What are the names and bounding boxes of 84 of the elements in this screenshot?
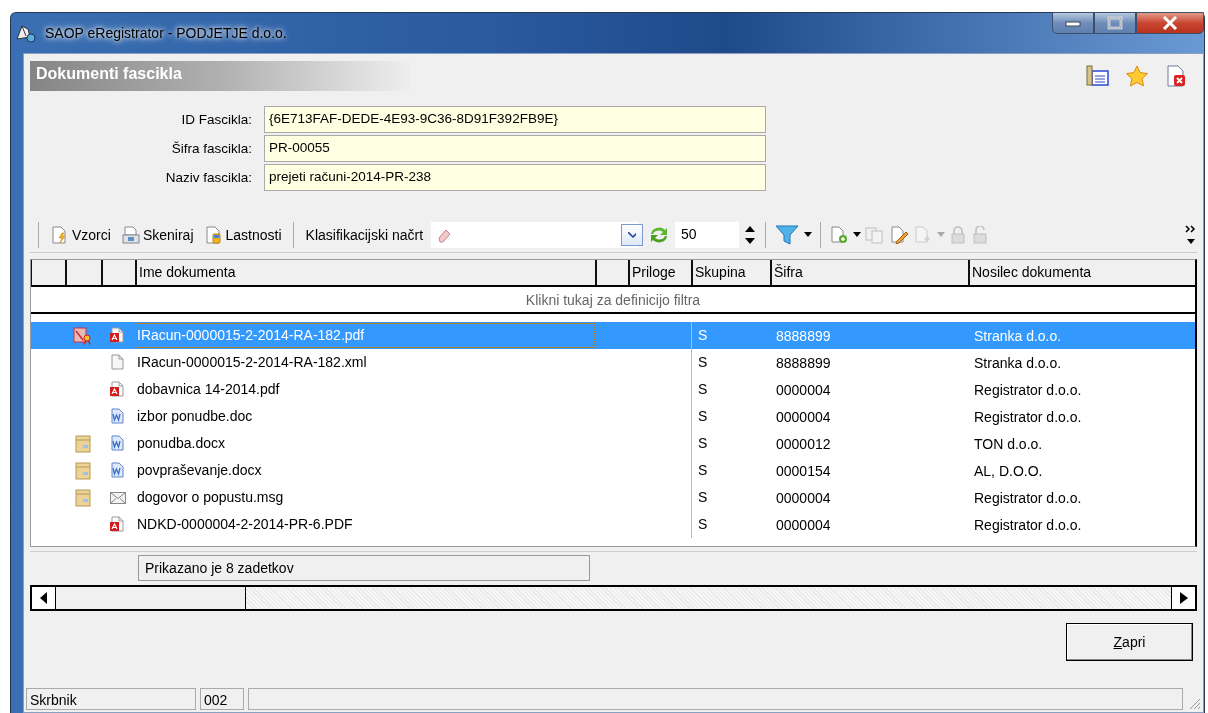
word-document-icon (109, 461, 127, 480)
pdf-document-icon (109, 380, 127, 399)
word-document-icon (109, 407, 127, 426)
scroll-right-icon[interactable] (1179, 592, 1188, 604)
result-count: Prikazano je 8 zadetkov (138, 554, 590, 581)
filter-hint[interactable]: Klikni tukaj za definicijo filtra (31, 287, 1195, 314)
minimize-icon (1065, 19, 1081, 27)
caret-icon (628, 231, 637, 238)
close-dialog-button[interactable]: Zapri (1066, 623, 1193, 661)
table-cell-text: Registrator d.o.o. (973, 516, 1083, 533)
minimize-button[interactable] (1052, 12, 1094, 34)
pdf-document-icon (109, 326, 127, 345)
classification-label: Klasifikacijski načrt (304, 226, 425, 243)
caret-icon[interactable] (804, 232, 813, 237)
toolbar-button[interactable]: Vzorci (47, 222, 114, 247)
close-document-icon[interactable] (1165, 65, 1187, 87)
document-name: NDKD-0000004-2-2014-PR-6.PDF (136, 515, 354, 534)
document-name: izbor ponudbe.doc (136, 407, 254, 426)
close-button[interactable] (1136, 12, 1204, 34)
text-field[interactable]: prejeti računi-2014-PR-238 (264, 164, 766, 191)
table-cell-text: 8888899 (775, 354, 832, 371)
table-cell: S (691, 457, 770, 484)
document-tag-icon (203, 224, 224, 245)
table-cell-text: TON d.o.o. (973, 435, 1044, 452)
table-cell-text: Registrator d.o.o. (973, 381, 1083, 398)
maximize-button[interactable] (1094, 12, 1136, 34)
toolbar-button[interactable]: Lastnosti (200, 222, 285, 247)
document-name: IRacun-0000015-2-2014-RA-182.xml (136, 353, 368, 372)
app-icon (15, 23, 37, 43)
text-field[interactable]: {6E713FAF-DEDE-4E93-9C36-8D91F392FB9E} (264, 106, 766, 133)
table-cell: S (691, 430, 770, 457)
status-text: 002 (200, 688, 244, 710)
document-name: ponudba.docx (136, 434, 226, 453)
table-cell-text: 0000004 (775, 408, 832, 425)
table-cell-text: Registrator d.o.o. (973, 408, 1083, 425)
status-text: Skrbnik (26, 688, 196, 710)
columns-icon[interactable] (1085, 65, 1109, 87)
word-document-icon (109, 434, 127, 453)
table-cell-text: 8888899 (775, 327, 832, 344)
table-cell: S (691, 376, 770, 403)
table-cell-text: 0000004 (775, 489, 832, 506)
horizontal-scrollbar[interactable] (30, 585, 1197, 611)
edit-document-icon[interactable] (889, 225, 910, 244)
column-header[interactable]: Ime dokumenta (135, 260, 595, 285)
scroll-left-icon[interactable] (39, 592, 48, 604)
table-cell: S (691, 322, 770, 349)
close-icon (1162, 16, 1178, 30)
column-header[interactable]: Šifra (770, 260, 968, 285)
column-header[interactable]: Priloge (628, 260, 691, 285)
table-cell-text: 0000012 (775, 435, 832, 452)
text-field[interactable]: PR-00055 (264, 135, 766, 162)
toolbar-button[interactable]: Skeniraj (117, 222, 197, 247)
window-title: SAOP eRegistrator - PODJETJE d.o.o. (45, 25, 287, 41)
table-cell: S (691, 349, 770, 376)
pdf-document-icon (109, 515, 127, 534)
star-icon[interactable] (1125, 65, 1149, 87)
field-label: ID Fascikla: (180, 112, 252, 127)
document-name: dogovor o popustu.msg (136, 488, 285, 507)
table-cell: S (691, 484, 770, 511)
table-cell-text: Stranka d.o.o. (973, 327, 1063, 344)
table-cell: S (691, 511, 770, 538)
document-name: IRacun-0000015-2-2014-RA-182.pdf (135, 323, 595, 348)
field-label: Naziv fascikla: (164, 170, 252, 185)
column-header[interactable]: Nosilec dokumenta (968, 260, 1195, 285)
maximize-icon (1107, 16, 1123, 30)
dropdown-button[interactable] (621, 223, 644, 246)
blank-document-icon (109, 353, 127, 372)
table-cell-text: 0000004 (775, 381, 832, 398)
panel-title: Dokumenti fascikla (30, 61, 410, 91)
overflow-icon[interactable] (1185, 223, 1197, 246)
caret-icon[interactable] (853, 232, 862, 237)
table-cell-text: 0000004 (775, 516, 832, 533)
field-label: Šifra fascikla: (170, 141, 252, 156)
document-name: dobavnica 14-2014.pdf (136, 380, 281, 399)
table-cell-text: AL, D.O.O. (973, 462, 1044, 479)
scanner-icon (120, 224, 141, 245)
table-cell-text: Registrator d.o.o. (973, 489, 1083, 506)
page-size-field[interactable]: 50 (675, 221, 740, 248)
document-name: povpraševanje.docx (136, 461, 263, 480)
table-cell: S (691, 403, 770, 430)
table-cell-text: Stranka d.o.o. (973, 354, 1063, 371)
column-header[interactable]: Skupina (691, 260, 770, 285)
table-cell-text: 0000154 (775, 462, 832, 479)
resize-grip-icon[interactable] (1187, 696, 1201, 710)
